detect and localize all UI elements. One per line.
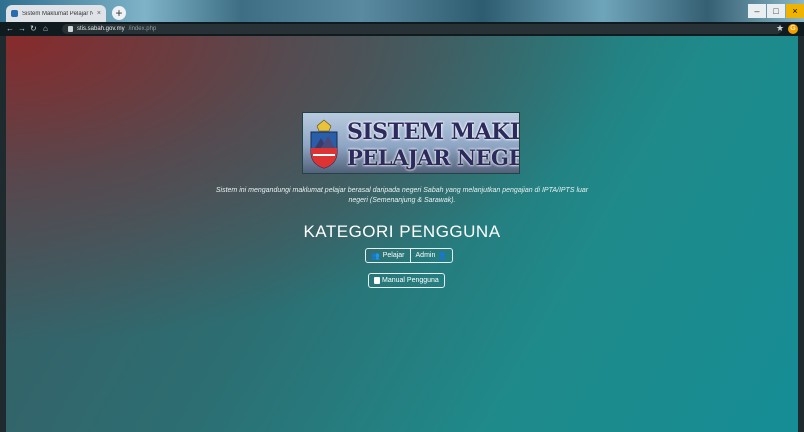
forward-icon[interactable]: → [18,24,26,34]
site-banner-logo: SISTEM MAKLUMAT PELAJAR NEGERI SABAH [302,112,520,174]
reload-icon[interactable]: ↻ [30,24,37,34]
manual-label: Manual Pengguna [382,277,439,284]
tab-close-icon[interactable]: × [97,10,101,17]
address-bar[interactable]: stis.sabah.gov.my/index.php [62,24,782,34]
back-icon[interactable]: ← [6,24,14,34]
home-icon[interactable]: ⌂ [43,24,48,34]
banner-title-line2: PELAJAR NEGERI SABAH [347,145,519,170]
tab-strip: Sistem Maklumat Pelajar Negeri × + – □ × [0,0,804,22]
page-content: SISTEM MAKLUMAT PELAJAR NEGERI SABAH Sis… [6,36,798,432]
tab-title: Sistem Maklumat Pelajar Negeri [22,10,93,17]
url-path: /index.php [128,26,157,32]
students-icon: 👥 [371,252,380,260]
book-icon [374,277,380,284]
sabah-crest-icon [310,119,338,169]
admin-label: Admin [415,252,436,259]
manual-pengguna-button[interactable]: Manual Pengguna [368,273,445,288]
user-icon: 👤 [438,252,448,260]
browser-toolbar: ← → ↻ ⌂ stis.sabah.gov.my/index.php [0,22,804,36]
system-description: Sistem ini mengandungi maklumat pelajar … [215,187,589,204]
url-host: stis.sabah.gov.my [77,26,125,32]
page-title: KATEGORI PENGGUNA [303,222,501,241]
pelajar-label: Pelajar [382,252,405,259]
lock-icon [68,26,73,32]
user-category-button-group: 👥 Pelajar Admin 👤 [365,248,454,263]
browser-window: Sistem Maklumat Pelajar Negeri × + – □ ×… [0,0,804,432]
close-window-button[interactable]: × [786,4,804,18]
admin-button[interactable]: Admin 👤 [409,249,453,262]
bookmark-star-icon[interactable]: ★ [776,23,784,34]
profile-avatar[interactable]: G [788,24,798,34]
favicon-icon [11,10,18,17]
minimize-button[interactable]: – [748,4,766,18]
pelajar-button[interactable]: 👥 Pelajar [366,249,410,262]
browser-tab[interactable]: Sistem Maklumat Pelajar Negeri × [6,5,106,22]
maximize-button[interactable]: □ [767,4,785,18]
banner-title-line1: SISTEM MAKLUMAT [347,119,520,145]
new-tab-button[interactable]: + [112,6,126,20]
